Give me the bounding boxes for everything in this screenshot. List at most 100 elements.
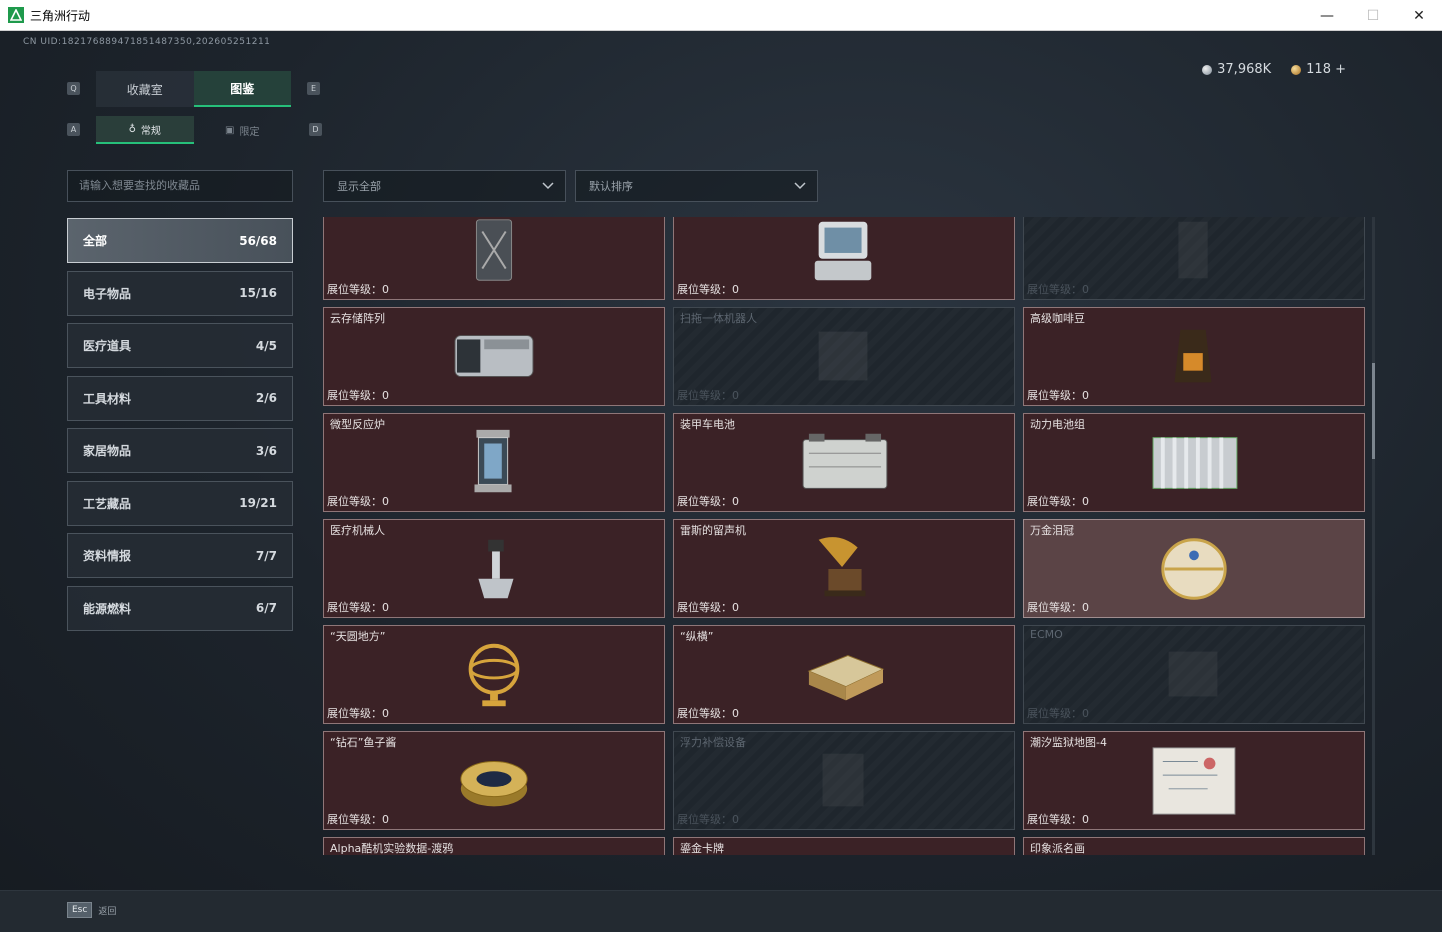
card-level: 展位等级：0	[327, 813, 389, 826]
maximize-button[interactable]: ☐	[1350, 0, 1396, 31]
jerrycan-icon	[439, 217, 549, 290]
card-name: “纵横”	[680, 630, 714, 643]
tab-regular[interactable]: ♁ 常规	[96, 116, 194, 144]
close-button[interactable]: ✕	[1396, 0, 1442, 31]
chevron-down-icon	[794, 182, 806, 190]
search-input[interactable]: 请输入想要查找的收藏品	[67, 170, 293, 202]
card-level: 展位等级：0	[677, 813, 739, 826]
card-name: ECMO	[1030, 628, 1063, 641]
category-fuel[interactable]: 能源燃料 6/7	[67, 585, 293, 631]
category-count: 19/21	[239, 496, 277, 510]
uid-text: CN UID:182176889471851487350,20260525121…	[23, 37, 271, 47]
tab-limited[interactable]: ▣ 限定	[194, 116, 292, 144]
category-label: 工具材料	[83, 391, 132, 406]
category-list: 全部 56/68 电子物品 15/16 医疗道具 4/5 工具材料 2/6 家居…	[67, 218, 293, 638]
collection-card[interactable]: 医疗机械人 展位等级：0	[323, 519, 665, 618]
robot-vacuum-icon	[789, 318, 899, 396]
collection-card[interactable]: 扫拖一体机器人 展位等级：0	[673, 307, 1015, 406]
collection-card[interactable]: “纵横” 展位等级：0	[673, 625, 1015, 724]
card-level: 展位等级：0	[677, 389, 739, 402]
battery-icon	[789, 424, 899, 502]
reactor-icon	[439, 424, 549, 502]
category-count: 6/7	[255, 601, 277, 615]
unknown-icon	[1139, 217, 1249, 290]
card-name: 万金泪冠	[1030, 524, 1074, 537]
category-electronics[interactable]: 电子物品 15/16	[67, 270, 293, 316]
card-name: 医疗机械人	[330, 524, 385, 537]
caviar-tin-icon	[439, 742, 549, 820]
card-name: 印象派名画	[1030, 842, 1085, 855]
sort-dropdown[interactable]: 默认排序	[575, 170, 818, 202]
collection-card[interactable]: 微型反应炉 展位等级：0	[323, 413, 665, 512]
collection-card[interactable]: 展位等级：0	[323, 217, 665, 300]
back-label: 返回	[98, 906, 117, 917]
collection-card[interactable]: 鎏金卡牌展位等级：0	[673, 837, 1015, 855]
window-title: 三角洲行动	[30, 8, 91, 23]
collection-card[interactable]: 雷斯的留声机 展位等级：0	[673, 519, 1015, 618]
minimize-button[interactable]: —	[1304, 0, 1350, 31]
collection-card[interactable]: ECMO 展位等级：0	[1023, 625, 1365, 724]
collection-card[interactable]: 高级咖啡豆 展位等级：0	[1023, 307, 1365, 406]
card-name: 高级咖啡豆	[1030, 312, 1085, 325]
flask-icon: ♁	[128, 123, 136, 135]
category-tools[interactable]: 工具材料 2/6	[67, 375, 293, 421]
category-label: 家居物品	[83, 444, 132, 458]
scrollbar-thumb[interactable]	[1372, 363, 1375, 459]
tab-codex[interactable]: 图鉴	[193, 71, 291, 107]
storage-array-icon	[439, 318, 549, 396]
coffee-bag-icon	[1139, 318, 1249, 396]
gold-currency[interactable]: 118 +	[1291, 62, 1346, 77]
card-level: 展位等级：0	[327, 283, 389, 296]
category-household[interactable]: 家居物品 3/6	[67, 428, 293, 473]
category-label: 能源燃料	[83, 601, 132, 616]
back-button[interactable]: Esc 返回	[67, 902, 116, 918]
collection-card[interactable]: 万金泪冠 展位等级：0	[1023, 519, 1365, 618]
window-titlebar: 三角洲行动 — ☐ ✕	[0, 0, 1442, 31]
card-name: 动力电池组	[1030, 418, 1085, 431]
card-level: 展位等级：0	[677, 707, 739, 720]
key-hint-d: D	[309, 123, 322, 136]
collection-card[interactable]: 浮力补偿设备 展位等级：0	[673, 731, 1015, 830]
collection-card[interactable]: 云存储阵列展位等级：0	[323, 307, 665, 406]
category-label: 资料情报	[83, 549, 132, 563]
category-label: 工艺藏品	[83, 496, 132, 511]
collection-card[interactable]: 展位等级：0	[673, 217, 1015, 300]
collection-grid-viewport: 展位等级：0 展位等级：0 展位等级：0 云存储阵列 展位等级：0 扫拖一体机器人 展位等级…	[323, 217, 1368, 855]
collection-card[interactable]: 动力电池组 展位等级：0	[1023, 413, 1365, 512]
collection-card[interactable]: 潮汐监狱地图-4 展位等级：0	[1023, 731, 1365, 830]
filter-dropdown[interactable]: 显示全部	[323, 170, 566, 202]
card-level: 展位等级：0	[677, 495, 739, 508]
game-viewport: CN UID:182176889471851487350,20260525121…	[0, 31, 1442, 932]
card-name: 云存储阵列	[330, 312, 385, 325]
grid-scrollbar[interactable]	[1372, 217, 1375, 855]
gramophone-icon	[789, 530, 899, 608]
category-crafts[interactable]: 工艺藏品 19/21	[67, 480, 293, 526]
filter-value: 显示全部	[337, 180, 381, 193]
collection-card[interactable]: 印象派名画展位等级：0	[1023, 837, 1365, 855]
ecmo-icon	[1139, 636, 1249, 714]
category-medical[interactable]: 医疗道具 4/5	[67, 323, 293, 368]
main-tabs: 收藏室 图鉴	[96, 71, 291, 107]
tab-regular-label: 常规	[140, 125, 161, 137]
card-level: 展位等级：0	[1027, 707, 1089, 720]
card-level: 展位等级：0	[677, 283, 739, 296]
medical-robot-icon	[439, 530, 549, 608]
tab-collection-room[interactable]: 收藏室	[96, 71, 194, 107]
sub-tabs: ♁ 常规 ▣ 限定	[96, 116, 291, 144]
card-name: 潮汐监狱地图-4	[1030, 736, 1107, 749]
collection-card[interactable]: 装甲车电池 展位等级：0	[673, 413, 1015, 512]
collection-card[interactable]: “天圆地方” 展位等级：0	[323, 625, 665, 724]
category-count: 56/68	[239, 233, 277, 248]
map-icon	[1139, 742, 1249, 820]
silver-amount: 37,968K	[1217, 62, 1272, 77]
silver-currency[interactable]: 37,968K	[1202, 62, 1271, 77]
category-all[interactable]: 全部 56/68	[67, 218, 293, 263]
collection-card[interactable]: 展位等级：0	[1023, 217, 1365, 300]
card-level: 展位等级：0	[327, 389, 389, 402]
card-icon	[789, 848, 899, 856]
collection-card[interactable]: “钻石”鱼子酱 展位等级：0	[323, 731, 665, 830]
card-name: “天圆地方”	[330, 630, 386, 643]
category-intel[interactable]: 资料情报 7/7	[67, 533, 293, 578]
collection-card[interactable]: Alpha酷机实验数据-渡鸦展位等级：0	[323, 837, 665, 855]
chess-box-icon	[789, 636, 899, 714]
